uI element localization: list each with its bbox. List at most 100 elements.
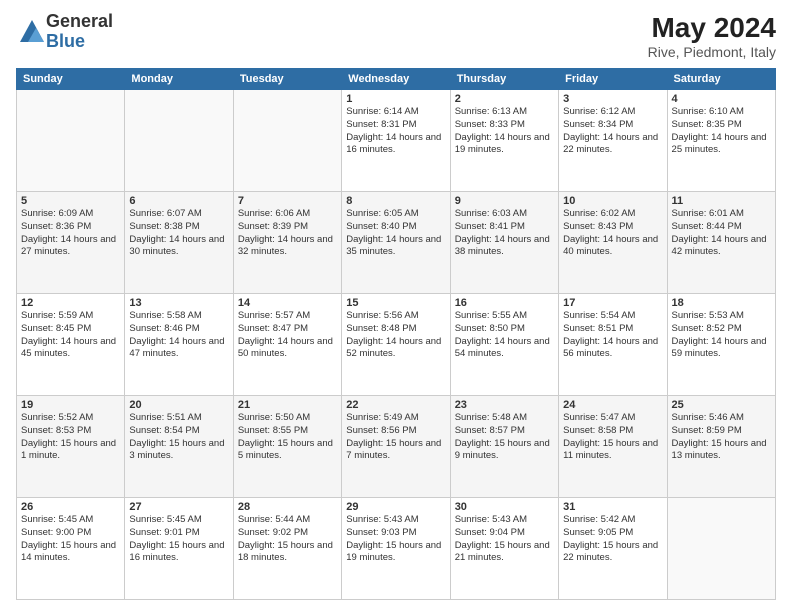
weekday-header-monday: Monday [125, 69, 233, 90]
week-row-0: 1Sunrise: 6:14 AM Sunset: 8:31 PM Daylig… [17, 90, 776, 192]
day-number: 11 [672, 195, 771, 207]
day-content: Sunrise: 5:56 AM Sunset: 8:48 PM Dayligh… [346, 310, 445, 361]
calendar-header: SundayMondayTuesdayWednesdayThursdayFrid… [17, 69, 776, 90]
calendar-cell: 19Sunrise: 5:52 AM Sunset: 8:53 PM Dayli… [17, 396, 125, 498]
day-content: Sunrise: 5:52 AM Sunset: 8:53 PM Dayligh… [21, 412, 120, 463]
calendar-cell: 26Sunrise: 5:45 AM Sunset: 9:00 PM Dayli… [17, 498, 125, 600]
calendar-cell: 17Sunrise: 5:54 AM Sunset: 8:51 PM Dayli… [559, 294, 667, 396]
calendar-cell: 2Sunrise: 6:13 AM Sunset: 8:33 PM Daylig… [450, 90, 558, 192]
day-content: Sunrise: 5:57 AM Sunset: 8:47 PM Dayligh… [238, 310, 337, 361]
day-content: Sunrise: 6:09 AM Sunset: 8:36 PM Dayligh… [21, 208, 120, 259]
day-number: 13 [129, 297, 228, 309]
day-content: Sunrise: 5:43 AM Sunset: 9:03 PM Dayligh… [346, 514, 445, 565]
day-content: Sunrise: 5:58 AM Sunset: 8:46 PM Dayligh… [129, 310, 228, 361]
logo-icon [18, 18, 46, 46]
weekday-header-thursday: Thursday [450, 69, 558, 90]
calendar-cell: 27Sunrise: 5:45 AM Sunset: 9:01 PM Dayli… [125, 498, 233, 600]
calendar-cell: 4Sunrise: 6:10 AM Sunset: 8:35 PM Daylig… [667, 90, 775, 192]
day-content: Sunrise: 5:54 AM Sunset: 8:51 PM Dayligh… [563, 310, 662, 361]
calendar-cell: 1Sunrise: 6:14 AM Sunset: 8:31 PM Daylig… [342, 90, 450, 192]
day-number: 10 [563, 195, 662, 207]
day-number: 14 [238, 297, 337, 309]
day-number: 8 [346, 195, 445, 207]
day-number: 2 [455, 93, 554, 105]
day-number: 6 [129, 195, 228, 207]
week-row-1: 5Sunrise: 6:09 AM Sunset: 8:36 PM Daylig… [17, 192, 776, 294]
calendar-cell: 7Sunrise: 6:06 AM Sunset: 8:39 PM Daylig… [233, 192, 341, 294]
day-content: Sunrise: 6:10 AM Sunset: 8:35 PM Dayligh… [672, 106, 771, 157]
calendar-cell: 18Sunrise: 5:53 AM Sunset: 8:52 PM Dayli… [667, 294, 775, 396]
calendar-cell: 23Sunrise: 5:48 AM Sunset: 8:57 PM Dayli… [450, 396, 558, 498]
logo: General Blue [16, 12, 113, 52]
day-content: Sunrise: 5:55 AM Sunset: 8:50 PM Dayligh… [455, 310, 554, 361]
calendar-cell: 11Sunrise: 6:01 AM Sunset: 8:44 PM Dayli… [667, 192, 775, 294]
calendar-cell: 8Sunrise: 6:05 AM Sunset: 8:40 PM Daylig… [342, 192, 450, 294]
day-number: 23 [455, 399, 554, 411]
day-number: 17 [563, 297, 662, 309]
location: Rive, Piedmont, Italy [648, 44, 776, 60]
title-block: May 2024 Rive, Piedmont, Italy [648, 12, 776, 60]
day-content: Sunrise: 6:03 AM Sunset: 8:41 PM Dayligh… [455, 208, 554, 259]
week-row-4: 26Sunrise: 5:45 AM Sunset: 9:00 PM Dayli… [17, 498, 776, 600]
day-content: Sunrise: 6:05 AM Sunset: 8:40 PM Dayligh… [346, 208, 445, 259]
day-content: Sunrise: 6:07 AM Sunset: 8:38 PM Dayligh… [129, 208, 228, 259]
calendar-cell: 21Sunrise: 5:50 AM Sunset: 8:55 PM Dayli… [233, 396, 341, 498]
day-number: 7 [238, 195, 337, 207]
day-number: 1 [346, 93, 445, 105]
day-number: 16 [455, 297, 554, 309]
week-row-2: 12Sunrise: 5:59 AM Sunset: 8:45 PM Dayli… [17, 294, 776, 396]
day-number: 27 [129, 501, 228, 513]
calendar-cell: 6Sunrise: 6:07 AM Sunset: 8:38 PM Daylig… [125, 192, 233, 294]
day-number: 25 [672, 399, 771, 411]
day-content: Sunrise: 6:12 AM Sunset: 8:34 PM Dayligh… [563, 106, 662, 157]
day-number: 21 [238, 399, 337, 411]
day-content: Sunrise: 5:46 AM Sunset: 8:59 PM Dayligh… [672, 412, 771, 463]
calendar-cell: 20Sunrise: 5:51 AM Sunset: 8:54 PM Dayli… [125, 396, 233, 498]
calendar-cell: 31Sunrise: 5:42 AM Sunset: 9:05 PM Dayli… [559, 498, 667, 600]
day-content: Sunrise: 6:06 AM Sunset: 8:39 PM Dayligh… [238, 208, 337, 259]
day-content: Sunrise: 5:43 AM Sunset: 9:04 PM Dayligh… [455, 514, 554, 565]
calendar-cell: 5Sunrise: 6:09 AM Sunset: 8:36 PM Daylig… [17, 192, 125, 294]
day-number: 4 [672, 93, 771, 105]
calendar-cell [17, 90, 125, 192]
calendar-cell: 15Sunrise: 5:56 AM Sunset: 8:48 PM Dayli… [342, 294, 450, 396]
calendar-cell: 29Sunrise: 5:43 AM Sunset: 9:03 PM Dayli… [342, 498, 450, 600]
day-number: 12 [21, 297, 120, 309]
day-number: 18 [672, 297, 771, 309]
day-number: 30 [455, 501, 554, 513]
calendar-cell: 13Sunrise: 5:58 AM Sunset: 8:46 PM Dayli… [125, 294, 233, 396]
day-content: Sunrise: 6:14 AM Sunset: 8:31 PM Dayligh… [346, 106, 445, 157]
day-content: Sunrise: 5:53 AM Sunset: 8:52 PM Dayligh… [672, 310, 771, 361]
month-title: May 2024 [648, 12, 776, 44]
weekday-header-wednesday: Wednesday [342, 69, 450, 90]
calendar-cell: 14Sunrise: 5:57 AM Sunset: 8:47 PM Dayli… [233, 294, 341, 396]
day-content: Sunrise: 5:45 AM Sunset: 9:00 PM Dayligh… [21, 514, 120, 565]
day-number: 3 [563, 93, 662, 105]
calendar-cell: 25Sunrise: 5:46 AM Sunset: 8:59 PM Dayli… [667, 396, 775, 498]
calendar-cell [125, 90, 233, 192]
day-number: 26 [21, 501, 120, 513]
week-row-3: 19Sunrise: 5:52 AM Sunset: 8:53 PM Dayli… [17, 396, 776, 498]
calendar-cell: 30Sunrise: 5:43 AM Sunset: 9:04 PM Dayli… [450, 498, 558, 600]
day-content: Sunrise: 5:49 AM Sunset: 8:56 PM Dayligh… [346, 412, 445, 463]
calendar-cell [233, 90, 341, 192]
day-content: Sunrise: 6:01 AM Sunset: 8:44 PM Dayligh… [672, 208, 771, 259]
day-content: Sunrise: 5:59 AM Sunset: 8:45 PM Dayligh… [21, 310, 120, 361]
logo-blue-text: Blue [46, 32, 113, 52]
day-number: 9 [455, 195, 554, 207]
calendar-cell: 12Sunrise: 5:59 AM Sunset: 8:45 PM Dayli… [17, 294, 125, 396]
day-content: Sunrise: 5:50 AM Sunset: 8:55 PM Dayligh… [238, 412, 337, 463]
day-content: Sunrise: 5:48 AM Sunset: 8:57 PM Dayligh… [455, 412, 554, 463]
header: General Blue May 2024 Rive, Piedmont, It… [16, 12, 776, 60]
day-content: Sunrise: 5:51 AM Sunset: 8:54 PM Dayligh… [129, 412, 228, 463]
weekday-header-sunday: Sunday [17, 69, 125, 90]
day-content: Sunrise: 5:47 AM Sunset: 8:58 PM Dayligh… [563, 412, 662, 463]
calendar-cell: 9Sunrise: 6:03 AM Sunset: 8:41 PM Daylig… [450, 192, 558, 294]
logo-general-text: General [46, 12, 113, 32]
day-number: 28 [238, 501, 337, 513]
weekday-row: SundayMondayTuesdayWednesdayThursdayFrid… [17, 69, 776, 90]
weekday-header-saturday: Saturday [667, 69, 775, 90]
day-number: 22 [346, 399, 445, 411]
day-content: Sunrise: 5:44 AM Sunset: 9:02 PM Dayligh… [238, 514, 337, 565]
day-content: Sunrise: 5:42 AM Sunset: 9:05 PM Dayligh… [563, 514, 662, 565]
